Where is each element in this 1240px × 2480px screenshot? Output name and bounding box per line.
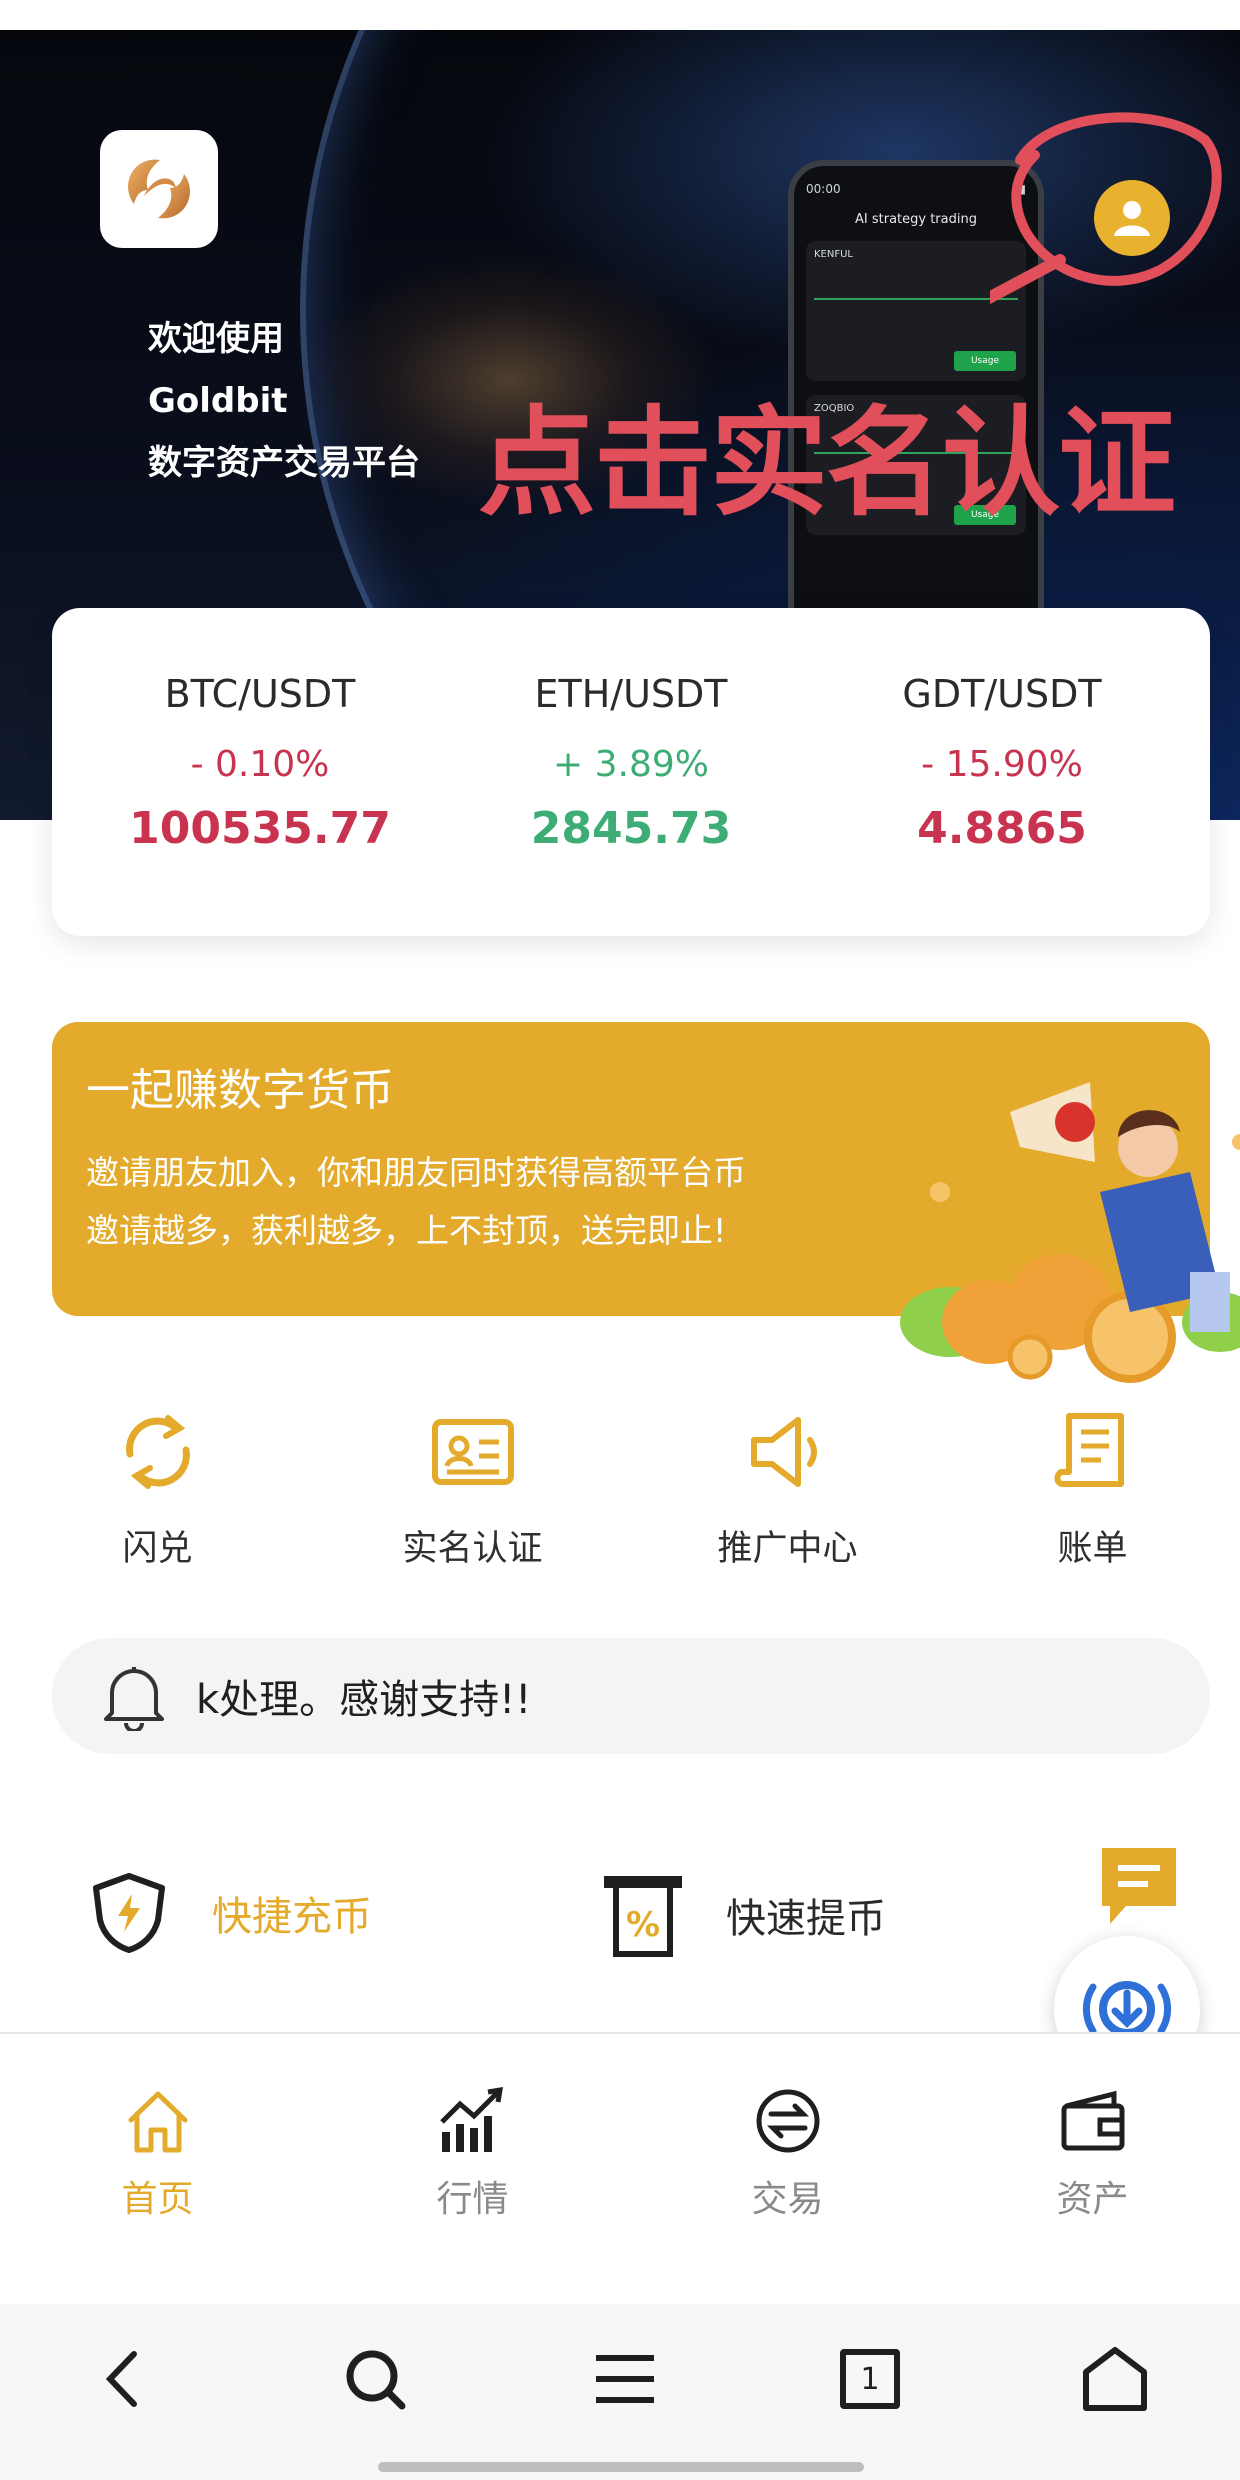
- quick-deposit-button[interactable]: 快捷充币: [86, 1870, 372, 1956]
- home-indicator: [378, 2462, 864, 2472]
- tab-trade[interactable]: 交易: [630, 2034, 945, 2294]
- quick-menu-promotion-center[interactable]: 推广中心: [630, 1410, 945, 1590]
- exchange-icon: [756, 2089, 819, 2153]
- quick-menu-label: 推广中心: [717, 1529, 858, 1569]
- ticker-change: - 15.90%: [921, 744, 1083, 785]
- invite-promo-banner[interactable]: 一起赚数字货币 邀请朋友加入，你和朋友同时获得高额平台币 邀请越多，获利越多，上…: [52, 1022, 1240, 1383]
- customer-service-icon[interactable]: [1096, 1844, 1182, 1934]
- tab-label: 首页: [121, 2179, 194, 2220]
- promo-illustration-icon: [900, 1082, 1240, 1383]
- market-chart-icon: [439, 2086, 503, 2152]
- promo-line-1: 邀请朋友加入，你和朋友同时获得高额平台币: [86, 1153, 746, 1192]
- ticker-change: + 3.89%: [553, 744, 709, 785]
- welcome-line-2: Goldbit: [148, 381, 288, 421]
- back-icon[interactable]: [90, 2344, 160, 2414]
- tab-count: 1: [860, 2361, 880, 2397]
- phone-time: 00:00: [806, 182, 841, 196]
- tab-assets[interactable]: 资产: [945, 2034, 1240, 2294]
- quick-menu-label: 闪兑: [122, 1529, 193, 1569]
- search-icon[interactable]: [340, 2344, 410, 2414]
- withdraw-receipt-icon: %: [604, 1876, 682, 1957]
- quick-menu-label: 账单: [1057, 1529, 1128, 1569]
- tab-label: 资产: [1056, 2179, 1129, 2220]
- welcome-text: 欢迎使用 Goldbit 数字资产交易平台: [148, 308, 420, 494]
- promo-line-2: 邀请越多，获利越多，上不封顶，送完即止!: [86, 1211, 727, 1250]
- app-logo-icon: [100, 130, 218, 248]
- ticker-pair: GDT/USDT: [902, 672, 1102, 716]
- annotation-circle-mark: [990, 112, 1222, 305]
- withdraw-label: 快速提币: [726, 1896, 886, 1942]
- quick-menu-flash-swap[interactable]: 闪兑: [0, 1410, 315, 1590]
- ticker-item[interactable]: GDT/USDT - 15.90% 4.8865: [832, 608, 1172, 936]
- bill-icon: [1053, 1413, 1124, 1487]
- id-card-icon: [431, 1419, 514, 1485]
- deposit-label: 快捷充币: [212, 1894, 372, 1940]
- svg-text:%: %: [626, 1905, 660, 1945]
- welcome-line-1: 欢迎使用: [148, 319, 284, 359]
- phone-card-chart: [814, 270, 1018, 300]
- phone-card-button: Usage: [954, 351, 1016, 371]
- ticker-item[interactable]: ETH/USDT + 3.89% 2845.73: [461, 608, 801, 936]
- bottom-tab-bar: 首页 行情 交易 资产: [0, 2032, 1240, 2294]
- market-ticker-card: BTC/USDT - 0.10% 100535.77 ETH/USDT + 3.…: [52, 608, 1210, 936]
- ticker-price: 2845.73: [530, 803, 732, 854]
- welcome-line-3: 数字资产交易平台: [148, 443, 420, 483]
- quick-menu-bill[interactable]: 账单: [945, 1410, 1240, 1590]
- browser-home-icon[interactable]: [1080, 2344, 1150, 2414]
- shield-bolt-icon: [93, 1873, 165, 1953]
- browser-toolbar: 1: [0, 2304, 1240, 2480]
- ticker-price: 4.8865: [917, 803, 1087, 854]
- tab-home[interactable]: 首页: [0, 2034, 315, 2294]
- deposit-withdraw-row: 快捷充币 % 快速提币: [0, 1860, 1240, 1970]
- quick-menu: 闪兑 实名认证 推广中心 账单: [0, 1410, 1240, 1590]
- tabs-button[interactable]: 1: [840, 2349, 900, 2409]
- bell-icon: [104, 1667, 164, 1731]
- tab-label: 行情: [436, 2179, 509, 2220]
- wallet-icon: [1061, 2090, 1124, 2151]
- tab-label: 交易: [751, 2179, 824, 2220]
- promo-title: 一起赚数字货币: [86, 1065, 394, 1116]
- ticker-pair: BTC/USDT: [164, 672, 356, 716]
- quick-menu-real-name-auth[interactable]: 实名认证: [315, 1410, 630, 1590]
- notice-text: k处理。感谢支持!!: [196, 1677, 532, 1723]
- swap-refresh-icon: [125, 1415, 190, 1489]
- ticker-item[interactable]: BTC/USDT - 0.10% 100535.77: [90, 608, 430, 936]
- home-icon: [128, 2091, 187, 2153]
- quick-withdraw-button[interactable]: % 快速提币: [600, 1870, 886, 1960]
- menu-icon[interactable]: [590, 2344, 660, 2414]
- app-page: 欢迎使用 Goldbit 数字资产交易平台 00:00 ▮▮ AI strate…: [0, 0, 1240, 2480]
- ticker-change: - 0.10%: [190, 744, 330, 785]
- annotation-instruction: 点击实名认证: [478, 394, 1176, 532]
- ticker-price: 100535.77: [129, 803, 391, 854]
- megaphone-icon: [750, 1417, 817, 1487]
- ticker-pair: ETH/USDT: [534, 672, 728, 716]
- tab-market[interactable]: 行情: [315, 2034, 630, 2294]
- phone-card-name: KENFUL: [814, 249, 853, 260]
- quick-menu-label: 实名认证: [402, 1529, 543, 1569]
- notice-bar[interactable]: k处理。感谢支持!!: [52, 1638, 1210, 1754]
